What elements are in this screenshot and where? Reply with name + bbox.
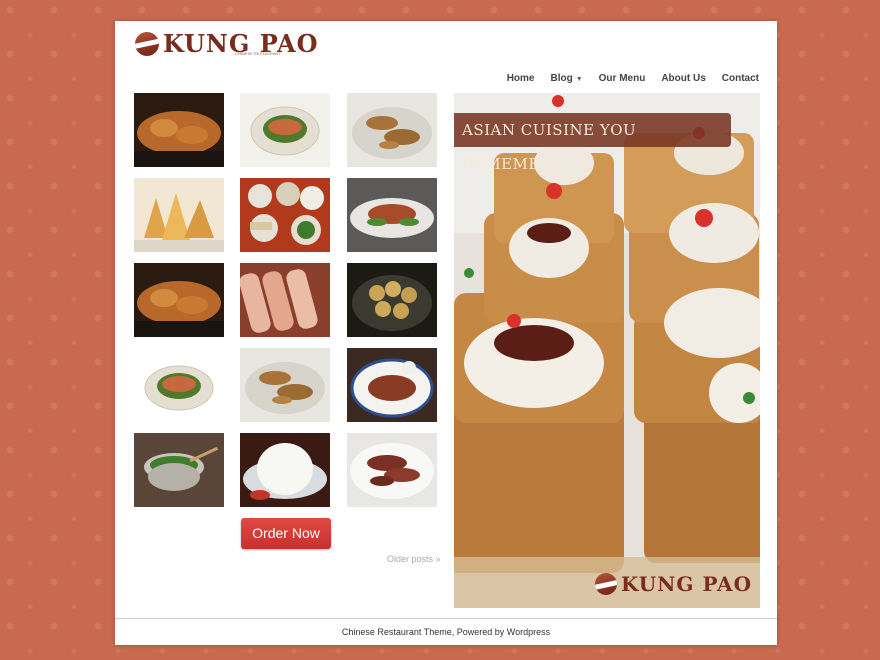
thumbnail-sliced-roast-pork[interactable] <box>240 263 330 337</box>
thumbnail-assorted-dishes-tray[interactable] <box>240 178 330 252</box>
footer-divider <box>115 618 777 619</box>
main-navigation: Home Blog ▼ Our Menu About Us Contact <box>491 73 759 84</box>
chevron-down-icon: ▼ <box>575 76 583 83</box>
hero-image: ASIAN CUISINE YOU REMEMBER KUNG PAO <box>454 93 760 608</box>
hero-logo: KUNG PAO <box>595 572 752 596</box>
nav-blog[interactable]: Blog ▼ <box>550 73 582 84</box>
thumbnail-fried-sesame-balls[interactable] <box>347 263 437 337</box>
hero-logo-icon <box>595 573 618 595</box>
thumbnail-roast-duck-slices[interactable] <box>347 433 437 507</box>
footer-credits: Chinese Restaurant Theme, Powered by Wor… <box>341 627 551 637</box>
site-logo[interactable]: KUNG PAO <box>135 32 319 56</box>
thumbnail-skewered-fried-food-2[interactable] <box>134 263 224 337</box>
thumbnail-fried-wontons[interactable] <box>134 178 224 252</box>
nav-about-us[interactable]: About Us <box>661 73 705 84</box>
thumbnail-vegetable-stir-fry-bowl[interactable] <box>134 433 224 507</box>
thumbnail-steamed-white-rice[interactable] <box>240 433 330 507</box>
nav-blog-label: Blog <box>550 73 573 84</box>
older-posts-link[interactable]: Older posts » <box>387 554 441 564</box>
order-now-button[interactable]: Order Now <box>241 518 331 549</box>
nav-home[interactable]: Home <box>507 73 535 84</box>
thumbnail-duck-breast-on-greens-2[interactable] <box>134 348 224 422</box>
page-container: KUNG PAO CHINESE RESTAURANT Home Blog ▼ O… <box>115 21 777 645</box>
logo-icon <box>135 32 159 56</box>
thumbnail-skewered-fried-food[interactable] <box>134 93 224 167</box>
logo-subtitle: CHINESE RESTAURANT <box>235 51 281 56</box>
nav-contact[interactable]: Contact <box>722 73 759 84</box>
thumbnail-duck-breast-on-greens[interactable] <box>240 93 330 167</box>
thumbnail-fried-shrimp-rice[interactable] <box>347 93 437 167</box>
hero-banner: ASIAN CUISINE YOU REMEMBER <box>454 113 731 173</box>
thumbnail-sliced-duck-blue-plate[interactable] <box>347 348 437 422</box>
nav-our-menu[interactable]: Our Menu <box>599 73 646 84</box>
thumbnail-fried-shrimp-rice-2[interactable] <box>240 348 330 422</box>
hero-logo-text: KUNG PAO <box>621 572 752 596</box>
thumbnail-plated-prawn-dish[interactable] <box>347 178 437 252</box>
hero-footer-band: KUNG PAO <box>454 557 760 608</box>
